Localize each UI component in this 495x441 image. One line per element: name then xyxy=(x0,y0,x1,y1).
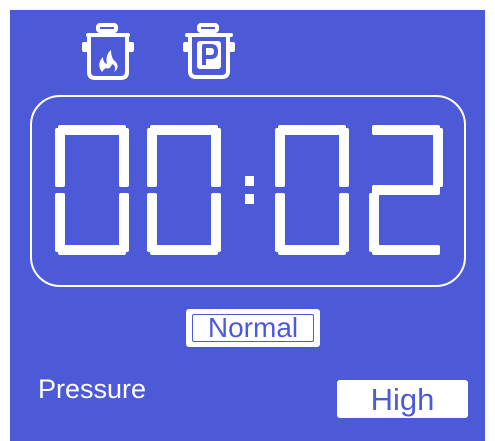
digit-segment xyxy=(339,193,349,252)
pot-with-p-icon xyxy=(180,22,238,82)
digit-segment xyxy=(275,193,285,252)
digit-segment xyxy=(372,185,440,195)
digit-segment xyxy=(55,128,65,187)
pressure-level-badge: High xyxy=(337,380,468,418)
colon-dot xyxy=(245,194,254,204)
digit-segment xyxy=(119,193,129,252)
time-display xyxy=(55,125,443,255)
digit-segment xyxy=(275,128,285,187)
mode-badge: Normal xyxy=(186,309,320,347)
digit-segment xyxy=(278,245,346,255)
digit-segment xyxy=(372,125,440,135)
digit-segment xyxy=(119,128,129,187)
digit-segment xyxy=(433,128,443,187)
colon-dot xyxy=(245,176,254,186)
pot-with-flame-icon xyxy=(80,22,136,84)
digit-segment xyxy=(58,125,126,135)
digit-segment xyxy=(150,125,218,135)
digit-segment xyxy=(372,245,440,255)
digit-segment xyxy=(147,128,157,187)
digit-segment xyxy=(278,125,346,135)
digit-segment xyxy=(339,128,349,187)
digit-segment xyxy=(369,193,379,252)
pressure-label: Pressure xyxy=(38,374,147,404)
digit-segment xyxy=(150,245,218,255)
digit-segment xyxy=(58,245,126,255)
digit-segment xyxy=(211,193,221,252)
digit-segment xyxy=(55,193,65,252)
digit-segment xyxy=(211,128,221,187)
digit-segment xyxy=(147,193,157,252)
